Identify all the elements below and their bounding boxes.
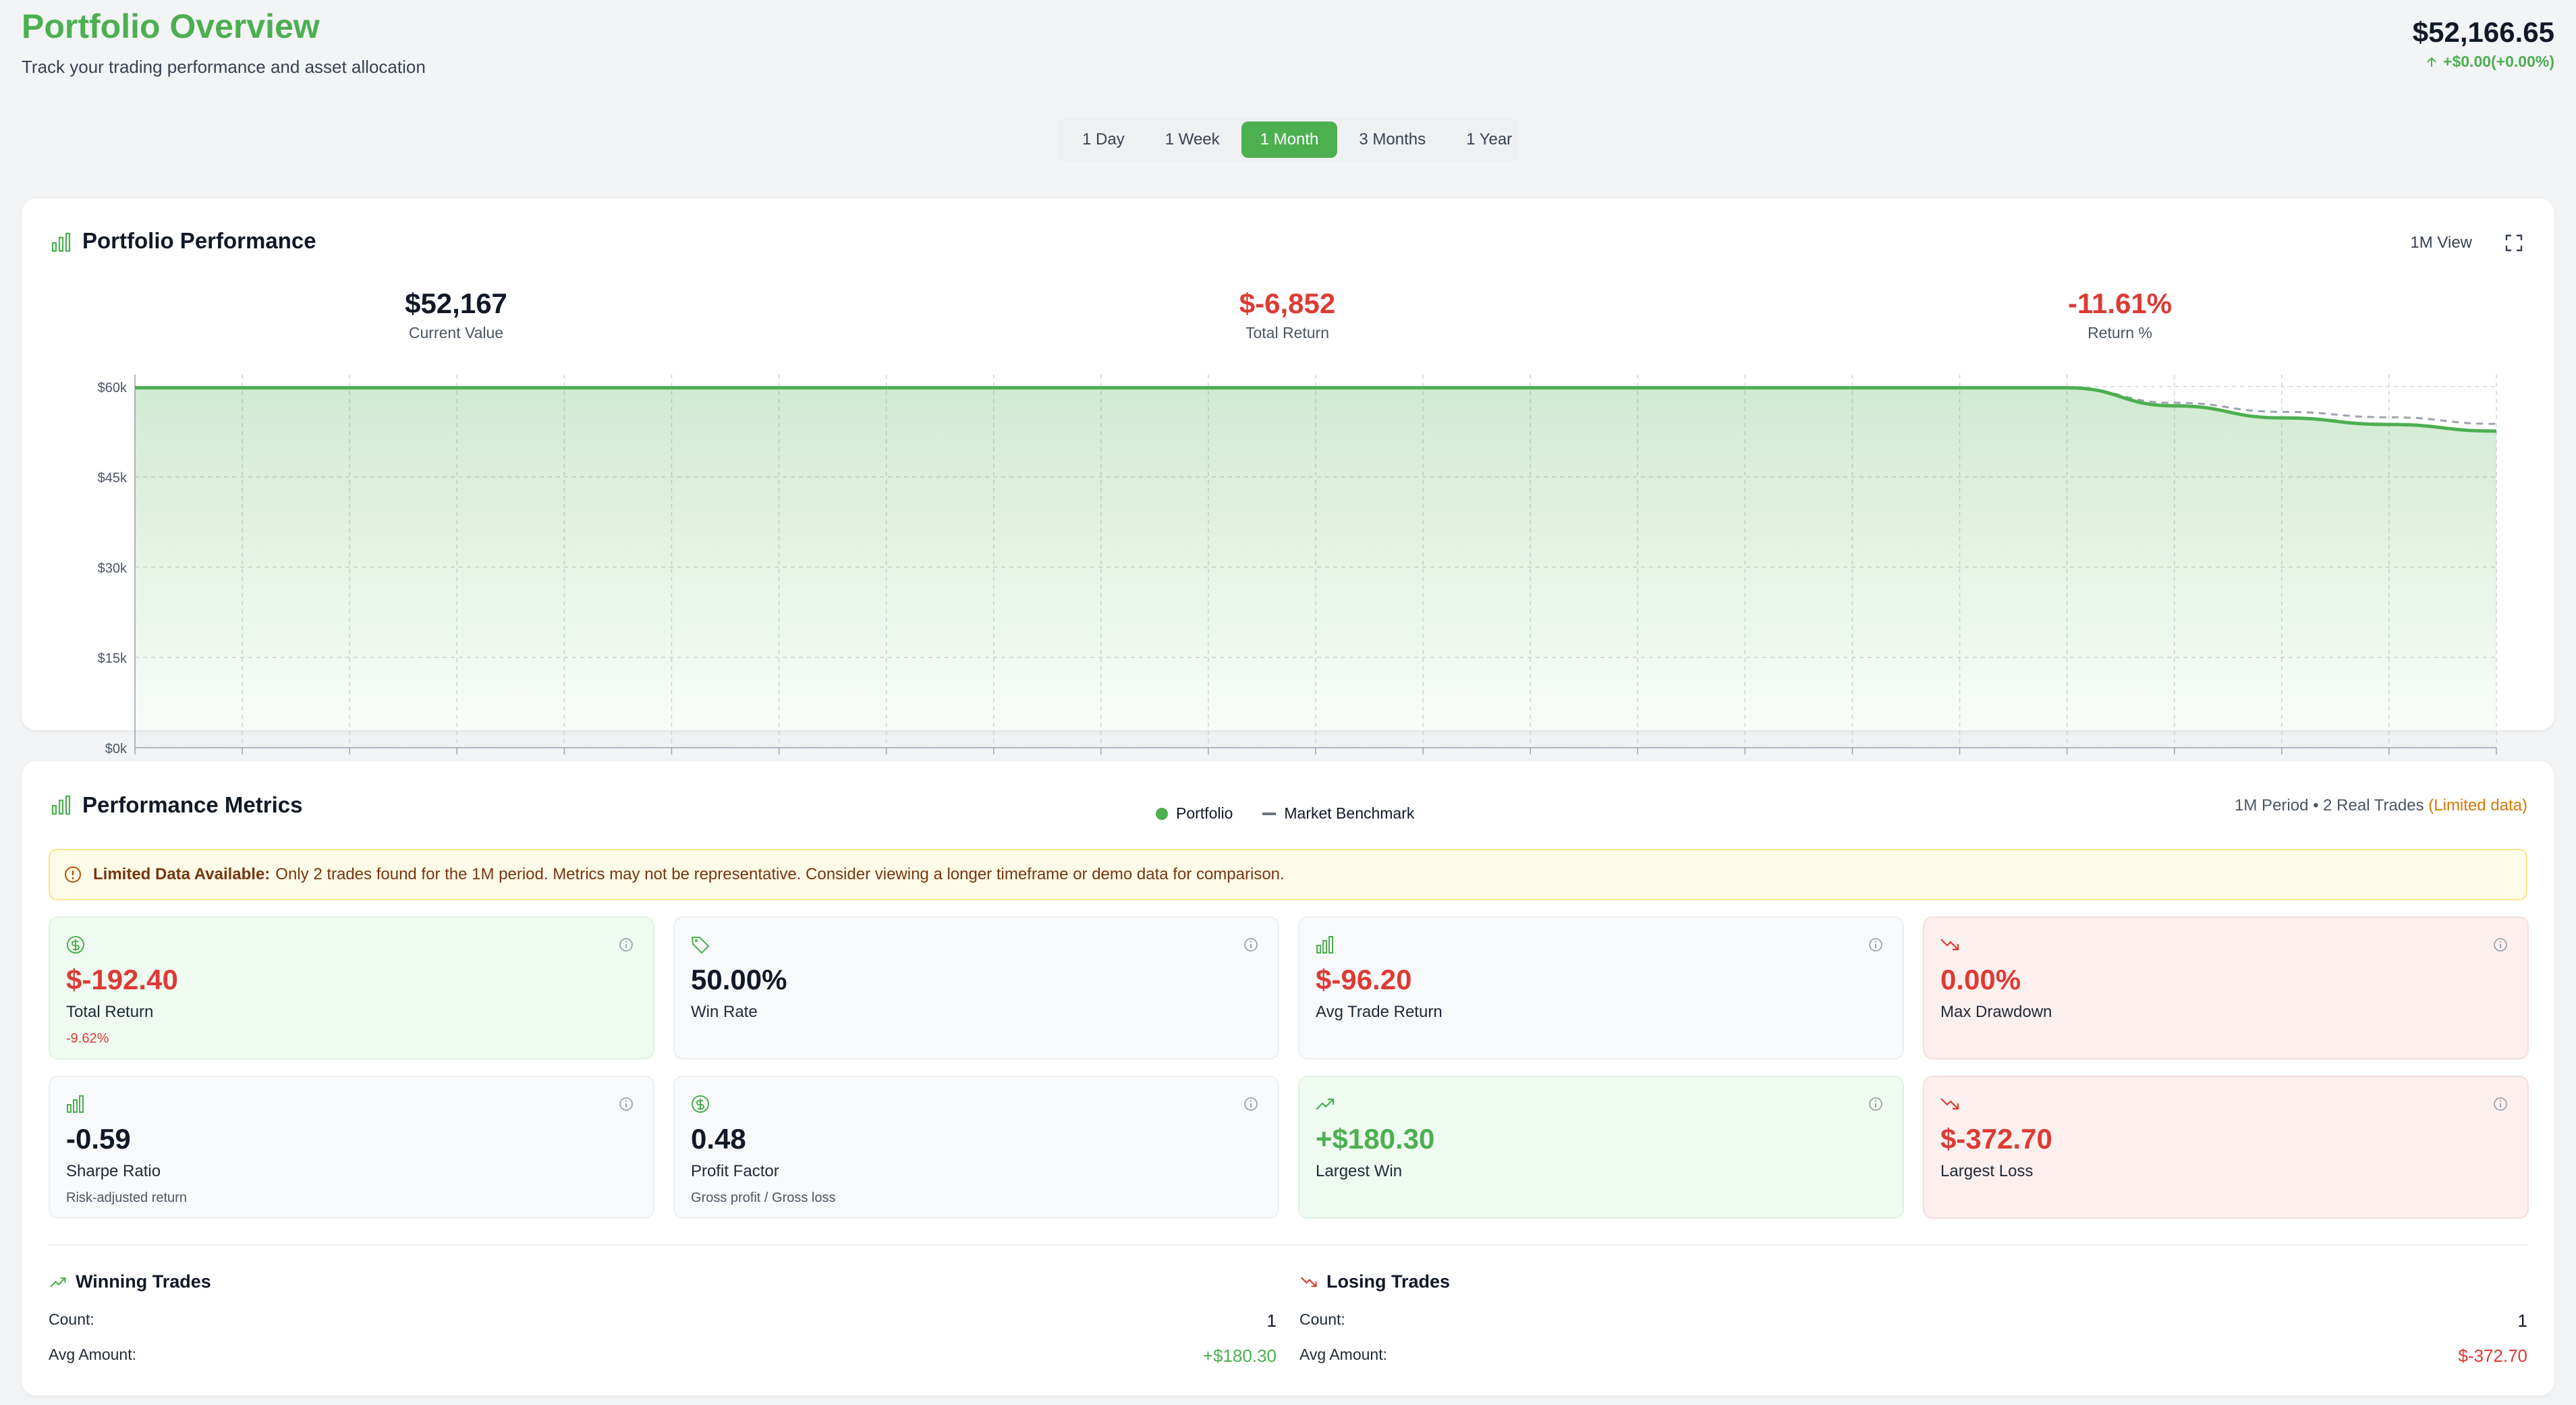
y-tick-label: $45k bbox=[98, 471, 128, 486]
metric-value: +$180.30 bbox=[1316, 1123, 1435, 1155]
losing-count-row: Count: 1 bbox=[1299, 1311, 2527, 1331]
avg-label: Avg Amount: bbox=[49, 1346, 136, 1363]
metric-label: Total Return bbox=[66, 1003, 154, 1021]
metric-card-largest-win: +$180.30 Largest Win bbox=[1298, 1076, 1904, 1219]
info-icon[interactable] bbox=[1243, 1096, 1259, 1112]
avg-label: Avg Amount: bbox=[1299, 1346, 1387, 1363]
metric-label: Largest Loss bbox=[1940, 1162, 2034, 1180]
count-value: 1 bbox=[1266, 1311, 1277, 1331]
bar-chart-icon bbox=[51, 795, 71, 815]
metric-label: Max Drawdown bbox=[1940, 1003, 2052, 1021]
trending-down-icon bbox=[1940, 939, 1959, 951]
avg-value: $-372.70 bbox=[2458, 1346, 2527, 1366]
trending-up-icon bbox=[1316, 1098, 1335, 1110]
info-icon[interactable] bbox=[1243, 937, 1259, 953]
trending-down-icon bbox=[1300, 1276, 1317, 1287]
winning-avg-row: Avg Amount: +$180.30 bbox=[49, 1346, 1277, 1366]
info-icon[interactable] bbox=[618, 937, 634, 953]
metric-value: $-192.40 bbox=[66, 964, 178, 995]
metric-value: 0.48 bbox=[691, 1123, 746, 1155]
winning-trades: Winning Trades Count: 1 Avg Amount: +$18… bbox=[49, 1271, 1277, 1366]
metric-card-win-rate: 50.00% Win Rate bbox=[673, 916, 1279, 1059]
metric-card-max-drawdown: 0.00% Max Drawdown bbox=[1923, 916, 2529, 1059]
losing-trades: Losing Trades Count: 1 Avg Amount: $-372… bbox=[1299, 1271, 2527, 1366]
info-circle-icon bbox=[65, 866, 81, 883]
dollar-circle-icon bbox=[67, 936, 84, 954]
metric-value: 0.00% bbox=[1940, 964, 2021, 995]
legend-label: Market Benchmark bbox=[1284, 804, 1415, 822]
trending-up-icon bbox=[49, 1277, 66, 1288]
period-info: 1M Period • 2 Real Trades (Limited data) bbox=[2235, 796, 2527, 815]
count-label: Count: bbox=[49, 1311, 94, 1328]
info-icon[interactable] bbox=[2492, 1096, 2509, 1112]
metric-value: -0.59 bbox=[66, 1123, 131, 1155]
legend-dash bbox=[1262, 812, 1277, 815]
limited-data-label: (Limited data) bbox=[2428, 796, 2527, 815]
count-label: Count: bbox=[1299, 1311, 1345, 1328]
bar-chart-icon bbox=[67, 1095, 84, 1113]
metric-value: $-96.20 bbox=[1316, 964, 1412, 995]
dollar-circle-icon bbox=[692, 1095, 709, 1113]
alert-text: Only 2 trades found for the 1M period. M… bbox=[275, 865, 1285, 883]
metric-label: Largest Win bbox=[1316, 1162, 1403, 1180]
info-icon[interactable] bbox=[2492, 937, 2509, 953]
period-text: 1M Period • 2 Real Trades bbox=[2235, 796, 2424, 815]
metric-label: Win Rate bbox=[691, 1003, 758, 1021]
limited-data-alert: Limited Data Available: Only 2 trades fo… bbox=[49, 849, 2527, 900]
chart-legend: Portfolio Market Benchmark bbox=[1156, 804, 1414, 823]
metric-card-sharpe-ratio: -0.59 Sharpe Ratio Risk-adjusted return bbox=[49, 1076, 654, 1219]
portfolio-area bbox=[135, 387, 2496, 748]
metrics-card: Performance Metrics 1M Period • 2 Real T… bbox=[22, 761, 2554, 1396]
metric-sub: Risk-adjusted return bbox=[66, 1190, 187, 1205]
y-tick-label: $15k bbox=[98, 651, 128, 666]
losing-avg-row: Avg Amount: $-372.70 bbox=[1299, 1346, 2527, 1366]
avg-value: +$180.30 bbox=[1202, 1346, 1277, 1366]
count-value: 1 bbox=[2517, 1311, 2527, 1331]
legend-dot bbox=[1156, 807, 1168, 820]
losing-trades-title: Losing Trades bbox=[1299, 1271, 2527, 1292]
metric-label: Avg Trade Return bbox=[1316, 1003, 1443, 1021]
info-icon[interactable] bbox=[1868, 1096, 1884, 1112]
portfolio-chart: $0k$15k$30k$45k$60kSep 10Sep 11Sep 12Sep… bbox=[98, 375, 2516, 774]
info-icon[interactable] bbox=[1868, 937, 1884, 953]
y-tick-label: $60k bbox=[98, 381, 128, 395]
metric-sub: -9.62% bbox=[66, 1031, 109, 1046]
winning-count-row: Count: 1 bbox=[49, 1311, 1277, 1331]
bar-chart-icon bbox=[1316, 936, 1333, 954]
metric-card-largest-loss: $-372.70 Largest Loss bbox=[1923, 1076, 2529, 1219]
metrics-title: Performance Metrics bbox=[82, 792, 303, 817]
metric-sub: Gross profit / Gross loss bbox=[691, 1190, 836, 1205]
metric-card-total-return: $-192.40 Total Return -9.62% bbox=[49, 916, 654, 1059]
losing-title-text: Losing Trades bbox=[1326, 1271, 1451, 1292]
info-icon[interactable] bbox=[618, 1096, 634, 1112]
y-tick-label: $30k bbox=[98, 561, 128, 576]
metric-label: Profit Factor bbox=[691, 1162, 779, 1180]
metric-value: 50.00% bbox=[691, 964, 787, 995]
divider bbox=[49, 1244, 2527, 1246]
trending-down-icon bbox=[1940, 1098, 1959, 1110]
alert-title: Limited Data Available: bbox=[93, 865, 271, 883]
metric-card-profit-factor: 0.48 Profit Factor Gross profit / Gross … bbox=[673, 1076, 1279, 1219]
legend-portfolio[interactable]: Portfolio bbox=[1156, 804, 1233, 823]
tag-icon bbox=[691, 937, 710, 954]
metric-card-avg-trade-return: $-96.20 Avg Trade Return bbox=[1298, 916, 1904, 1059]
winning-title-text: Winning Trades bbox=[76, 1271, 211, 1292]
legend-benchmark[interactable]: Market Benchmark bbox=[1262, 804, 1414, 823]
metric-value: $-372.70 bbox=[1940, 1123, 2052, 1155]
legend-label: Portfolio bbox=[1176, 804, 1233, 822]
winning-trades-title: Winning Trades bbox=[49, 1271, 1277, 1292]
y-tick-label: $0k bbox=[105, 742, 128, 756]
metric-label: Sharpe Ratio bbox=[66, 1162, 161, 1180]
